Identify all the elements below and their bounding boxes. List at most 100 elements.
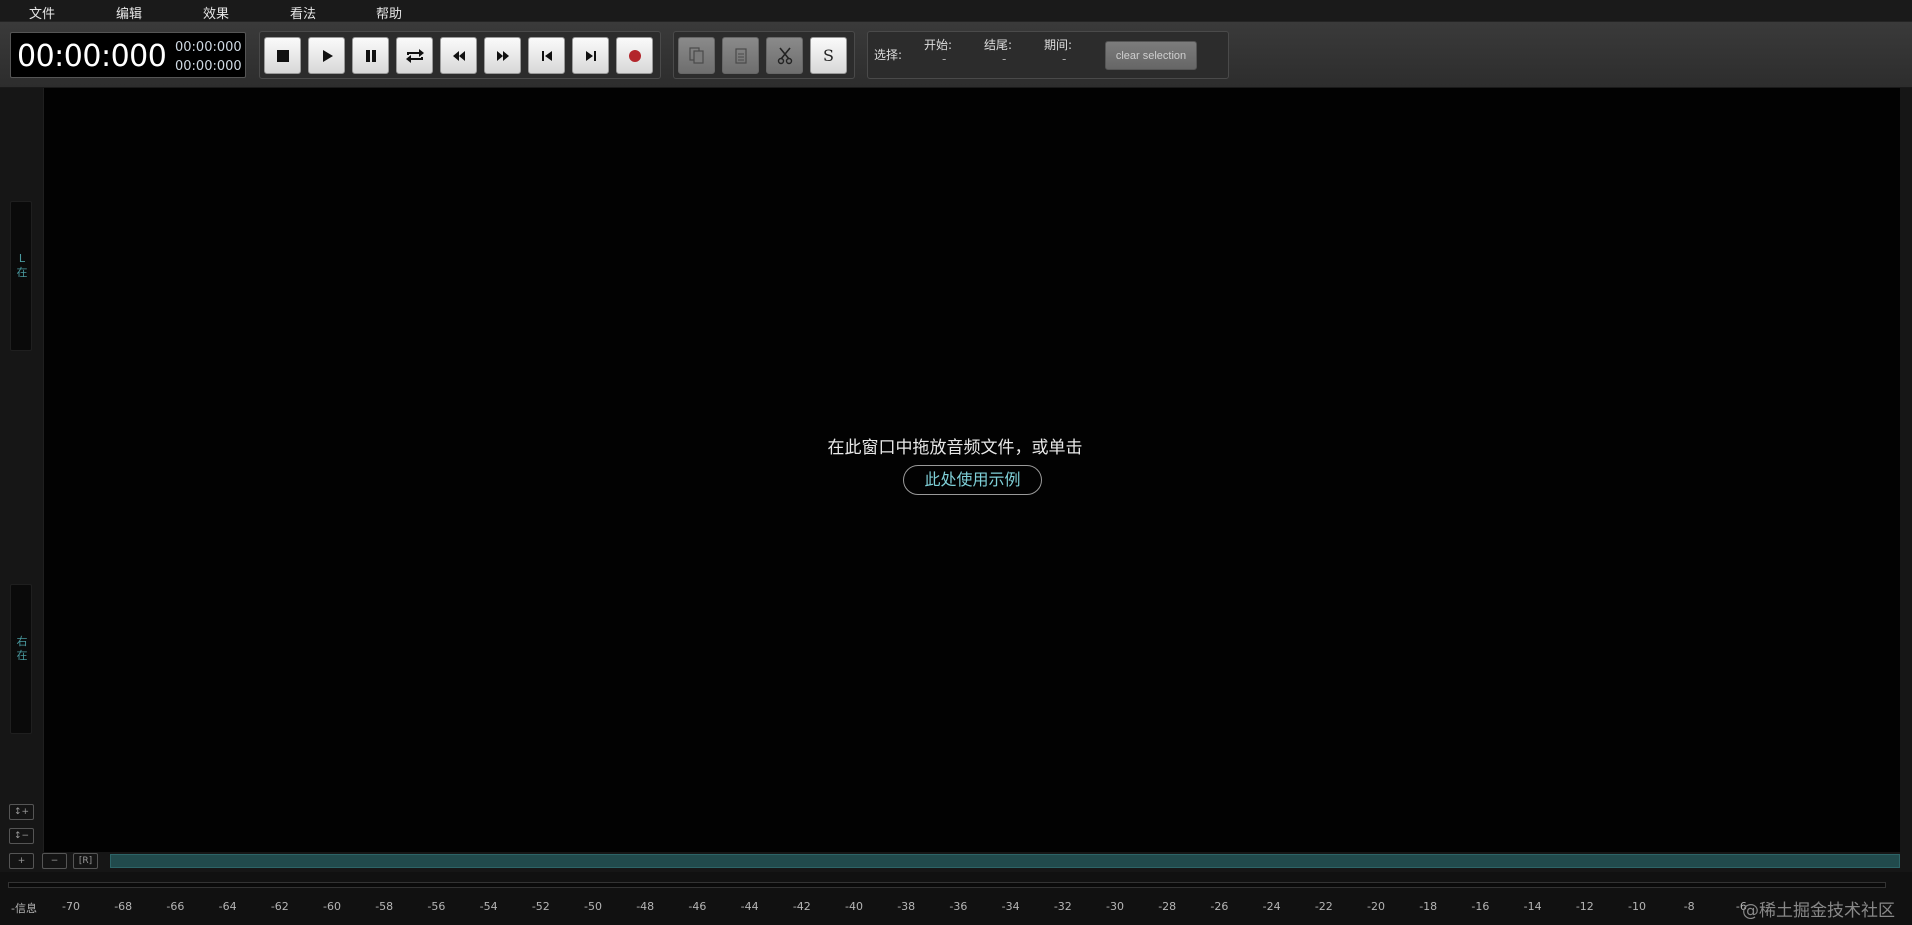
- transport-controls: [259, 31, 661, 79]
- menu-help[interactable]: 帮助: [376, 3, 402, 22]
- meter-tick: -34: [1001, 900, 1020, 913]
- meter-tick: -56: [427, 900, 446, 913]
- selection-end-label: 结尾:: [984, 38, 1013, 52]
- rewind-button[interactable]: [440, 37, 477, 74]
- copy-button[interactable]: [678, 37, 715, 74]
- record-button[interactable]: [616, 37, 653, 74]
- right-channel-label: 右: [16, 635, 28, 648]
- level-meter: -信息 -70 -68 -66 -64 -62 -60 -58 -56 -54 -52 -50 -48…: [0, 892, 1912, 925]
- meter-tick: -36: [949, 900, 968, 913]
- selection-label: 选择:: [874, 48, 903, 62]
- waveform-area[interactable]: 在此窗口中拖放音频文件，或单击 此处使用示例: [44, 88, 1900, 853]
- meter-first-label: -信息: [11, 902, 37, 915]
- selection-end-value: -: [1002, 52, 1007, 66]
- meter-tick: -70: [62, 900, 80, 913]
- meter-tick: -14: [1523, 900, 1542, 913]
- edit-controls: S: [673, 31, 855, 79]
- meter-tick: -26: [1210, 900, 1229, 913]
- selection-panel: 选择: 开始: - 结尾: - 期间: - clear selection: [867, 31, 1229, 79]
- loop-button[interactable]: [396, 37, 433, 74]
- duration-time: 00:00:000: [175, 59, 242, 74]
- s-button[interactable]: S: [810, 37, 847, 74]
- skip-to-start-button[interactable]: [528, 37, 565, 74]
- watermark: @稀土掘金技术社区: [1742, 901, 1895, 921]
- right-channel-state: 在: [16, 649, 28, 662]
- meter-tick: -62: [270, 900, 289, 913]
- selection-start-label: 开始:: [924, 38, 953, 52]
- meter-tick: -42: [792, 900, 811, 913]
- meter-tick: -44: [740, 900, 759, 913]
- s-button-label: S: [823, 46, 834, 65]
- meter-tick: -66: [166, 900, 185, 913]
- meter-tick: -40: [845, 900, 863, 913]
- selection-duration-value: -: [1062, 52, 1067, 66]
- vertical-zoom-out-button[interactable]: ↕−: [9, 828, 34, 844]
- horizontal-zoom-out-button[interactable]: −: [42, 853, 67, 869]
- menu-view[interactable]: 看法: [290, 3, 316, 22]
- meter-tick: -12: [1575, 900, 1594, 913]
- meter-tick: -18: [1419, 900, 1438, 913]
- menu-file[interactable]: 文件: [29, 3, 55, 22]
- position-track: [0, 872, 1912, 892]
- use-demo-button[interactable]: 此处使用示例: [903, 465, 1042, 495]
- vertical-zoom-in-button[interactable]: ↕+: [9, 804, 34, 820]
- cut-icon: [777, 46, 792, 64]
- horizontal-zoom-reset-button[interactable]: [R]: [73, 853, 98, 869]
- meter-tick: -48: [636, 900, 655, 913]
- overview-scrollbar[interactable]: [110, 854, 1900, 868]
- meter-tick: -16: [1471, 900, 1490, 913]
- right-channel[interactable]: 右 在: [10, 584, 32, 734]
- meter-tick: -68: [114, 900, 133, 913]
- fast-forward-button[interactable]: [484, 37, 521, 74]
- meter-tick: -38: [897, 900, 916, 913]
- meter-tick: -20: [1367, 900, 1385, 913]
- horizontal-zoom-in-button[interactable]: +: [9, 853, 34, 869]
- fast-forward-icon: [496, 50, 509, 61]
- meter-tick: -8: [1683, 900, 1695, 913]
- meter-tick: -50: [584, 900, 602, 913]
- copy-icon: [688, 46, 704, 64]
- menu-effects[interactable]: 效果: [203, 3, 229, 22]
- meter-tick: -32: [1053, 900, 1072, 913]
- stop-button[interactable]: [264, 37, 301, 74]
- menu-edit[interactable]: 编辑: [116, 3, 142, 22]
- meter-tick: -52: [531, 900, 550, 913]
- cut-button[interactable]: [766, 37, 803, 74]
- paste-icon: [734, 47, 747, 64]
- meter-tick: -28: [1158, 900, 1177, 913]
- pause-icon: [365, 49, 376, 62]
- time-display: 00:00:000 00:00:000 00:00:000: [10, 32, 246, 78]
- meter-tick: -10: [1628, 900, 1646, 913]
- record-icon: [628, 49, 641, 62]
- right-edge: [1900, 88, 1912, 860]
- skip-to-end-button[interactable]: [572, 37, 609, 74]
- left-channel-label: L: [18, 252, 26, 265]
- left-channel-state: 在: [16, 266, 28, 279]
- skip-to-end-icon: [585, 50, 596, 61]
- stop-icon: [276, 49, 289, 62]
- selection-start-value: -: [942, 52, 947, 66]
- menu-bar: 文件 编辑 效果 看法 帮助: [0, 0, 1912, 22]
- skip-to-start-icon: [541, 50, 552, 61]
- meter-tick: -60: [323, 900, 341, 913]
- position-track-bar[interactable]: [8, 882, 1886, 888]
- meter-tick: -30: [1106, 900, 1124, 913]
- meter-tick: -46: [688, 900, 707, 913]
- rewind-icon: [452, 50, 465, 61]
- meter-tick: -22: [1314, 900, 1333, 913]
- clear-selection-button[interactable]: clear selection: [1105, 41, 1197, 70]
- pause-button[interactable]: [352, 37, 389, 74]
- position-time: 00:00:000: [175, 40, 242, 55]
- left-channel[interactable]: L 在: [10, 201, 32, 351]
- meter-tick: -24: [1262, 900, 1281, 913]
- channel-panel: L 在 右 在 ↕+ ↕−: [0, 88, 44, 860]
- paste-button[interactable]: [722, 37, 759, 74]
- current-time: 00:00:000: [17, 39, 167, 74]
- play-icon: [322, 49, 333, 62]
- overview-row: + − [R]: [0, 852, 1912, 872]
- drop-message: 在此窗口中拖放音频文件，或单击: [827, 438, 1083, 458]
- meter-tick: -64: [218, 900, 237, 913]
- selection-duration-label: 期间:: [1044, 38, 1073, 52]
- loop-icon: [405, 48, 424, 63]
- play-button[interactable]: [308, 37, 345, 74]
